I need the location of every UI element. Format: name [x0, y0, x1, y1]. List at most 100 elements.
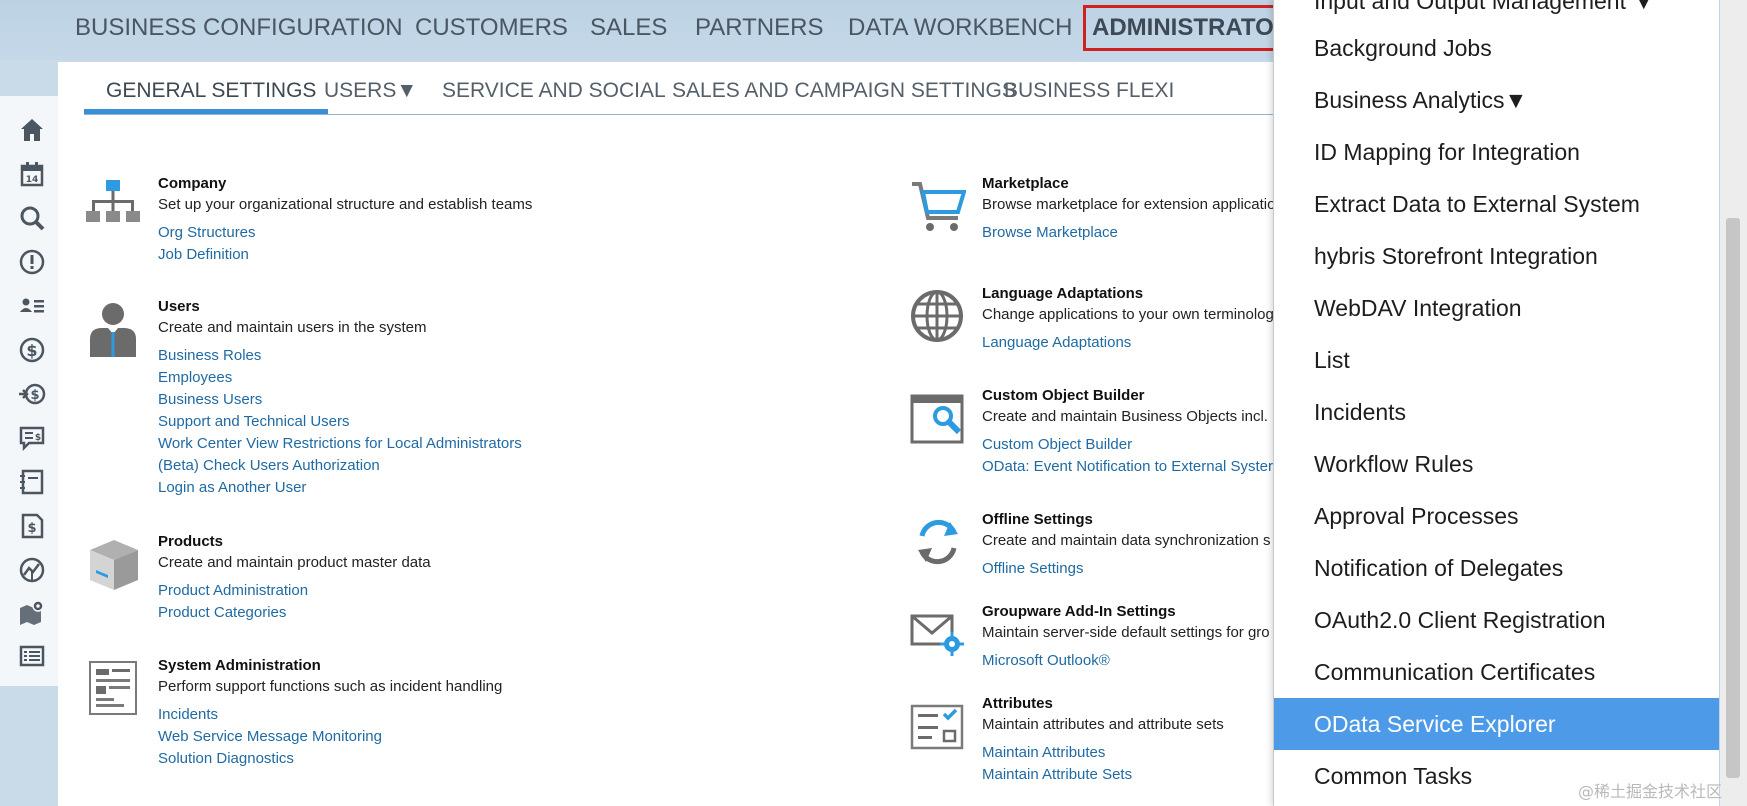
- tab-sales-and-campaign-settings[interactable]: SALES AND CAMPAIGN SETTINGS: [672, 79, 1016, 103]
- section-description: Create and maintain Business Objects inc…: [982, 408, 1268, 425]
- menu-item-id-mapping[interactable]: ID Mapping for Integration: [1274, 126, 1719, 178]
- chat-dollar-icon[interactable]: $: [16, 422, 48, 454]
- link-business-roles[interactable]: Business Roles: [158, 345, 522, 367]
- top-nav-data-workbench[interactable]: DATA WORKBENCH: [848, 14, 1072, 42]
- link-check-users-authorization[interactable]: (Beta) Check Users Authorization: [158, 455, 522, 477]
- section-title: Offline Settings: [982, 511, 1093, 528]
- watermark: @稀土掘金技术社区: [1578, 782, 1723, 801]
- top-navigation: BUSINESS CONFIGURATION CUSTOMERS SALES P…: [0, 0, 1301, 60]
- map-pin-icon[interactable]: [16, 596, 48, 628]
- tab-business-flexibility[interactable]: BUSINESS FLEXI: [1004, 79, 1174, 103]
- user-icon: [86, 301, 142, 357]
- menu-item-webdav-integration[interactable]: WebDAV Integration: [1274, 282, 1719, 334]
- section-description: Set up your organizational structure and…: [158, 196, 533, 213]
- section-title: System Administration: [158, 657, 321, 674]
- menu-item-extract-data[interactable]: Extract Data to External System: [1274, 178, 1719, 230]
- link-custom-object-builder[interactable]: Custom Object Builder: [982, 434, 1273, 456]
- link-incidents[interactable]: Incidents: [158, 704, 502, 726]
- top-nav-partners[interactable]: PARTNERS: [695, 14, 823, 42]
- analytics-icon[interactable]: [16, 554, 48, 586]
- section-description: Create and maintain users in the system: [158, 319, 427, 336]
- menu-item-oauth-client-registration[interactable]: OAuth2.0 Client Registration: [1274, 594, 1719, 646]
- top-nav-administrator[interactable]: ADMINISTRATOR: [1082, 5, 1301, 51]
- section-title: Attributes: [982, 695, 1053, 712]
- section-description: Create and maintain data synchronization…: [982, 532, 1271, 549]
- menu-item-odata-service-explorer[interactable]: OData Service Explorer: [1274, 698, 1719, 750]
- svg-text:14: 14: [26, 175, 39, 185]
- svg-text:$: $: [35, 433, 41, 443]
- notebook-icon[interactable]: [16, 466, 48, 498]
- tab-users[interactable]: USERS▼: [324, 79, 417, 103]
- section-description: Perform support functions such as incide…: [158, 678, 503, 695]
- sync-icon: [910, 514, 966, 570]
- transfer-dollar-icon[interactable]: $: [16, 378, 48, 410]
- svg-text:$: $: [30, 388, 39, 403]
- link-maintain-attribute-sets[interactable]: Maintain Attribute Sets: [982, 764, 1224, 786]
- home-icon[interactable]: [16, 114, 48, 146]
- menu-item-workflow-rules[interactable]: Workflow Rules: [1274, 438, 1719, 490]
- section-title: Language Adaptations: [982, 285, 1144, 302]
- link-business-users[interactable]: Business Users: [158, 389, 522, 411]
- menu-item-hybris-storefront[interactable]: hybris Storefront Integration: [1274, 230, 1719, 282]
- main-panel: GENERAL SETTINGS USERS▼ SERVICE AND SOCI…: [58, 62, 1284, 806]
- link-odata-event-notification[interactable]: OData: Event Notification to External Sy…: [982, 456, 1273, 478]
- tab-service-and-social[interactable]: SERVICE AND SOCIAL: [442, 79, 666, 103]
- link-browse-marketplace[interactable]: Browse Marketplace: [982, 222, 1275, 244]
- alert-icon[interactable]: [16, 246, 48, 278]
- document-dollar-icon[interactable]: $: [16, 510, 48, 542]
- link-job-definition[interactable]: Job Definition: [158, 244, 532, 266]
- left-icon-rail: 14 $ $ $ $: [0, 96, 59, 686]
- object-builder-icon: [910, 390, 966, 446]
- link-maintain-attributes[interactable]: Maintain Attributes: [982, 742, 1224, 764]
- link-language-adaptations[interactable]: Language Adaptations: [982, 332, 1274, 354]
- link-employees[interactable]: Employees: [158, 367, 522, 389]
- org-chart-icon: [86, 178, 142, 234]
- globe-icon: [910, 288, 966, 344]
- link-support-and-technical-users[interactable]: Support and Technical Users: [158, 411, 522, 433]
- link-product-administration[interactable]: Product Administration: [158, 580, 431, 602]
- svg-text:$: $: [26, 341, 37, 360]
- section-title: Marketplace: [982, 175, 1069, 192]
- link-login-as-another-user[interactable]: Login as Another User: [158, 477, 522, 499]
- top-nav-business-configuration[interactable]: BUSINESS CONFIGURATION: [75, 14, 403, 42]
- tab-general-settings[interactable]: GENERAL SETTINGS: [106, 79, 316, 103]
- section-description: Maintain attributes and attribute sets: [982, 716, 1224, 733]
- link-solution-diagnostics[interactable]: Solution Diagnostics: [158, 748, 502, 770]
- system-admin-icon: [86, 660, 142, 716]
- section-title: Company: [158, 175, 227, 192]
- link-work-center-view-restrictions[interactable]: Work Center View Restrictions for Local …: [158, 433, 522, 455]
- search-icon[interactable]: [16, 202, 48, 234]
- active-tab-indicator: [84, 109, 328, 114]
- page-scrollbar[interactable]: [1720, 0, 1747, 806]
- sub-tab-bar: GENERAL SETTINGS USERS▼ SERVICE AND SOCI…: [84, 62, 1284, 115]
- menu-item-incidents[interactable]: Incidents: [1274, 386, 1719, 438]
- section-title: Custom Object Builder: [982, 387, 1145, 404]
- section-description: Change applications to your own terminol…: [982, 306, 1274, 323]
- list-icon[interactable]: [16, 640, 48, 672]
- svg-text:$: $: [27, 521, 36, 536]
- link-web-service-message-monitoring[interactable]: Web Service Message Monitoring: [158, 726, 502, 748]
- menu-item-business-analytics[interactable]: Business Analytics▼: [1274, 74, 1719, 126]
- calendar-icon[interactable]: 14: [16, 158, 48, 190]
- administrator-dropdown-menu: Input and Output Management ▼ Background…: [1273, 0, 1719, 806]
- scrollbar-thumb[interactable]: [1726, 218, 1740, 778]
- link-microsoft-outlook[interactable]: Microsoft Outlook®: [982, 650, 1270, 672]
- product-box-icon: [86, 536, 142, 592]
- dollar-icon[interactable]: $: [16, 334, 48, 366]
- link-offline-settings[interactable]: Offline Settings: [982, 558, 1271, 580]
- link-product-categories[interactable]: Product Categories: [158, 602, 431, 624]
- mail-settings-icon: [910, 606, 966, 662]
- menu-item-notification-of-delegates[interactable]: Notification of Delegates: [1274, 542, 1719, 594]
- section-description: Maintain server-side default settings fo…: [982, 624, 1270, 641]
- menu-item-communication-certificates[interactable]: Communication Certificates: [1274, 646, 1719, 698]
- menu-item-list[interactable]: List: [1274, 334, 1719, 386]
- attributes-icon: [910, 698, 966, 754]
- section-title: Users: [158, 298, 200, 315]
- top-nav-sales[interactable]: SALES: [590, 14, 667, 42]
- shopping-cart-icon: [910, 178, 967, 234]
- people-list-icon[interactable]: [16, 290, 48, 322]
- top-nav-customers[interactable]: CUSTOMERS: [415, 14, 568, 42]
- menu-item-background-jobs[interactable]: Background Jobs: [1274, 22, 1719, 74]
- link-org-structures[interactable]: Org Structures: [158, 222, 532, 244]
- menu-item-approval-processes[interactable]: Approval Processes: [1274, 490, 1719, 542]
